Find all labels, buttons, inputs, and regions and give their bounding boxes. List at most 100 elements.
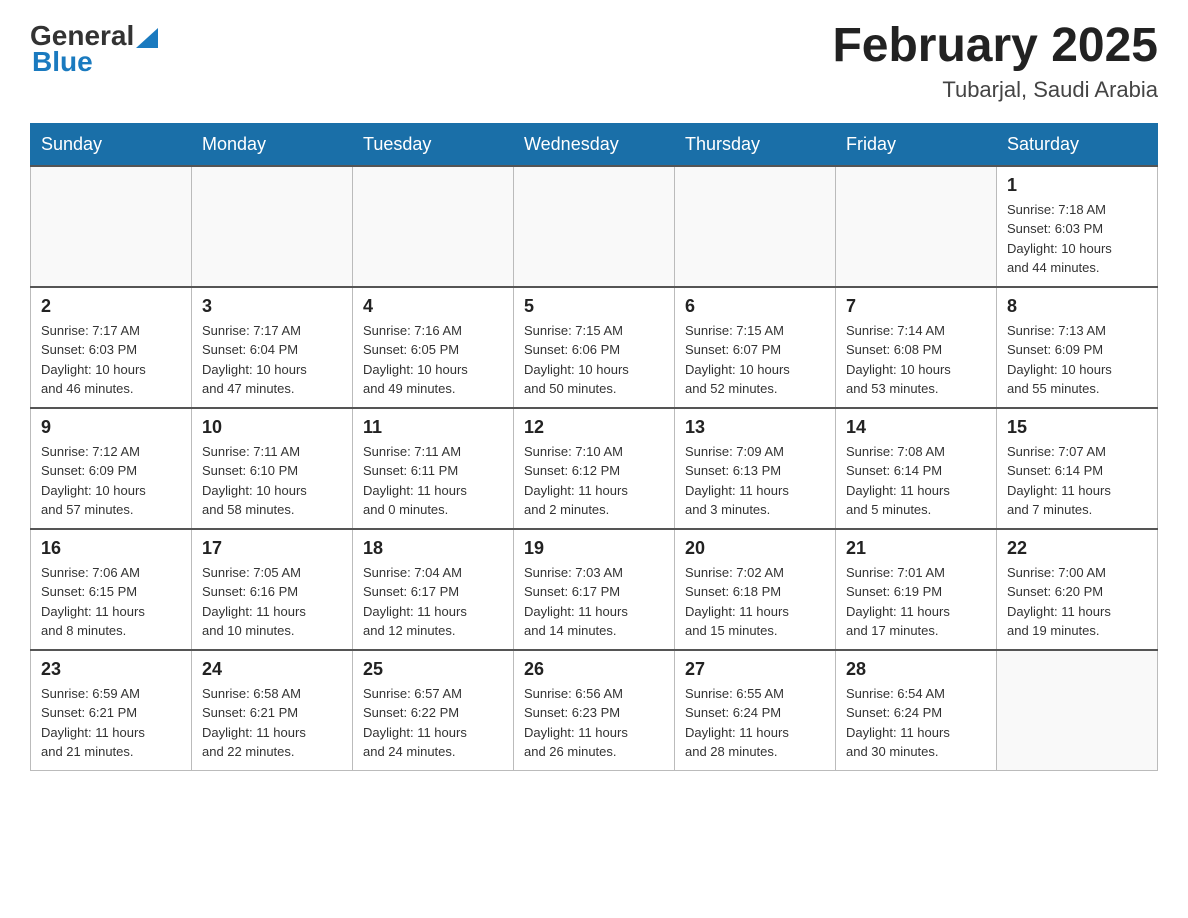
logo: General Blue bbox=[30, 20, 158, 78]
column-header-friday: Friday bbox=[836, 123, 997, 166]
week-row-3: 9 Sunrise: 7:12 AM Sunset: 6:09 PM Daylig… bbox=[31, 408, 1158, 529]
calendar-cell: 8Sunrise: 7:13 AM Sunset: 6:09 PM Daylig… bbox=[997, 287, 1158, 408]
calendar-cell: 21 Sunrise: 7:01 AM Sunset: 6:19 PM Dayli… bbox=[836, 529, 997, 650]
day-number: 26 bbox=[524, 659, 664, 680]
calendar-cell: 22 Sunrise: 7:00 AM Sunset: 6:20 PM Dayli… bbox=[997, 529, 1158, 650]
calendar-cell: 27 Sunrise: 6:55 AM Sunset: 6:24 PM Dayli… bbox=[675, 650, 836, 771]
week-row-5: 23 Sunrise: 6:59 AM Sunset: 6:21 PM Dayli… bbox=[31, 650, 1158, 771]
day-info: Sunrise: 7:10 AM Sunset: 6:12 PM Dayligh… bbox=[524, 442, 664, 520]
calendar-header-row: SundayMondayTuesdayWednesdayThursdayFrid… bbox=[31, 123, 1158, 166]
calendar-cell: 23 Sunrise: 6:59 AM Sunset: 6:21 PM Dayli… bbox=[31, 650, 192, 771]
day-info: Sunrise: 7:06 AM Sunset: 6:15 PM Dayligh… bbox=[41, 563, 181, 641]
day-info: Sunrise: 7:08 AM Sunset: 6:14 PM Dayligh… bbox=[846, 442, 986, 520]
calendar-cell bbox=[997, 650, 1158, 771]
day-info: Sunrise: 7:07 AM Sunset: 6:14 PM Dayligh… bbox=[1007, 442, 1147, 520]
day-number: 17 bbox=[202, 538, 342, 559]
logo-icon bbox=[136, 20, 158, 48]
calendar-subtitle: Tubarjal, Saudi Arabia bbox=[832, 77, 1158, 103]
calendar-cell: 19 Sunrise: 7:03 AM Sunset: 6:17 PM Dayli… bbox=[514, 529, 675, 650]
calendar-cell: 5 Sunrise: 7:15 AM Sunset: 6:06 PM Daylig… bbox=[514, 287, 675, 408]
day-number: 3 bbox=[202, 296, 342, 317]
day-info: Sunrise: 7:13 AM Sunset: 6:09 PM Dayligh… bbox=[1007, 321, 1147, 399]
week-row-4: 16 Sunrise: 7:06 AM Sunset: 6:15 PM Dayli… bbox=[31, 529, 1158, 650]
column-header-thursday: Thursday bbox=[675, 123, 836, 166]
day-number: 20 bbox=[685, 538, 825, 559]
day-info: Sunrise: 7:00 AM Sunset: 6:20 PM Dayligh… bbox=[1007, 563, 1147, 641]
day-number: 23 bbox=[41, 659, 181, 680]
day-info: Sunrise: 7:01 AM Sunset: 6:19 PM Dayligh… bbox=[846, 563, 986, 641]
day-info: Sunrise: 6:56 AM Sunset: 6:23 PM Dayligh… bbox=[524, 684, 664, 762]
calendar-cell: 24 Sunrise: 6:58 AM Sunset: 6:21 PM Dayli… bbox=[192, 650, 353, 771]
day-number: 5 bbox=[524, 296, 664, 317]
calendar-cell bbox=[836, 166, 997, 287]
day-info: Sunrise: 7:15 AM Sunset: 6:06 PM Dayligh… bbox=[524, 321, 664, 399]
day-number: 10 bbox=[202, 417, 342, 438]
calendar-cell bbox=[514, 166, 675, 287]
day-info: Sunrise: 7:17 AM Sunset: 6:04 PM Dayligh… bbox=[202, 321, 342, 399]
column-header-saturday: Saturday bbox=[997, 123, 1158, 166]
day-number: 13 bbox=[685, 417, 825, 438]
day-info: Sunrise: 7:14 AM Sunset: 6:08 PM Dayligh… bbox=[846, 321, 986, 399]
day-number: 9 bbox=[41, 417, 181, 438]
day-number: 7 bbox=[846, 296, 986, 317]
day-number: 22 bbox=[1007, 538, 1147, 559]
calendar-cell bbox=[675, 166, 836, 287]
calendar-cell: 13 Sunrise: 7:09 AM Sunset: 6:13 PM Dayli… bbox=[675, 408, 836, 529]
calendar-cell: 14 Sunrise: 7:08 AM Sunset: 6:14 PM Dayli… bbox=[836, 408, 997, 529]
column-header-monday: Monday bbox=[192, 123, 353, 166]
calendar-cell: 7 Sunrise: 7:14 AM Sunset: 6:08 PM Daylig… bbox=[836, 287, 997, 408]
day-info: Sunrise: 7:05 AM Sunset: 6:16 PM Dayligh… bbox=[202, 563, 342, 641]
day-number: 16 bbox=[41, 538, 181, 559]
calendar-cell bbox=[192, 166, 353, 287]
day-info: Sunrise: 7:18 AM Sunset: 6:03 PM Dayligh… bbox=[1007, 200, 1147, 278]
day-info: Sunrise: 7:12 AM Sunset: 6:09 PM Dayligh… bbox=[41, 442, 181, 520]
day-info: Sunrise: 7:09 AM Sunset: 6:13 PM Dayligh… bbox=[685, 442, 825, 520]
week-row-2: 2 Sunrise: 7:17 AM Sunset: 6:03 PM Daylig… bbox=[31, 287, 1158, 408]
calendar-cell: 9 Sunrise: 7:12 AM Sunset: 6:09 PM Daylig… bbox=[31, 408, 192, 529]
calendar-cell: 11Sunrise: 7:11 AM Sunset: 6:11 PM Dayli… bbox=[353, 408, 514, 529]
day-info: Sunrise: 6:55 AM Sunset: 6:24 PM Dayligh… bbox=[685, 684, 825, 762]
calendar-cell: 6 Sunrise: 7:15 AM Sunset: 6:07 PM Daylig… bbox=[675, 287, 836, 408]
day-number: 2 bbox=[41, 296, 181, 317]
day-info: Sunrise: 7:15 AM Sunset: 6:07 PM Dayligh… bbox=[685, 321, 825, 399]
calendar-cell: 12 Sunrise: 7:10 AM Sunset: 6:12 PM Dayli… bbox=[514, 408, 675, 529]
week-row-1: 1 Sunrise: 7:18 AM Sunset: 6:03 PM Daylig… bbox=[31, 166, 1158, 287]
calendar-cell: 4Sunrise: 7:16 AM Sunset: 6:05 PM Daylig… bbox=[353, 287, 514, 408]
day-number: 18 bbox=[363, 538, 503, 559]
calendar-cell: 18 Sunrise: 7:04 AM Sunset: 6:17 PM Dayli… bbox=[353, 529, 514, 650]
day-number: 28 bbox=[846, 659, 986, 680]
day-number: 12 bbox=[524, 417, 664, 438]
calendar-cell bbox=[31, 166, 192, 287]
calendar-cell: 15Sunrise: 7:07 AM Sunset: 6:14 PM Dayli… bbox=[997, 408, 1158, 529]
title-section: February 2025 Tubarjal, Saudi Arabia bbox=[832, 20, 1158, 103]
day-number: 27 bbox=[685, 659, 825, 680]
column-header-wednesday: Wednesday bbox=[514, 123, 675, 166]
day-number: 14 bbox=[846, 417, 986, 438]
calendar-cell: 17 Sunrise: 7:05 AM Sunset: 6:16 PM Dayli… bbox=[192, 529, 353, 650]
day-info: Sunrise: 6:58 AM Sunset: 6:21 PM Dayligh… bbox=[202, 684, 342, 762]
day-number: 24 bbox=[202, 659, 342, 680]
day-info: Sunrise: 7:02 AM Sunset: 6:18 PM Dayligh… bbox=[685, 563, 825, 641]
day-info: Sunrise: 7:11 AM Sunset: 6:11 PM Dayligh… bbox=[363, 442, 503, 520]
day-number: 6 bbox=[685, 296, 825, 317]
calendar-cell: 1 Sunrise: 7:18 AM Sunset: 6:03 PM Daylig… bbox=[997, 166, 1158, 287]
day-info: Sunrise: 6:57 AM Sunset: 6:22 PM Dayligh… bbox=[363, 684, 503, 762]
calendar-cell: 3 Sunrise: 7:17 AM Sunset: 6:04 PM Daylig… bbox=[192, 287, 353, 408]
calendar-cell: 2 Sunrise: 7:17 AM Sunset: 6:03 PM Daylig… bbox=[31, 287, 192, 408]
day-number: 4 bbox=[363, 296, 503, 317]
day-info: Sunrise: 7:17 AM Sunset: 6:03 PM Dayligh… bbox=[41, 321, 181, 399]
calendar-title: February 2025 bbox=[832, 20, 1158, 73]
day-info: Sunrise: 7:03 AM Sunset: 6:17 PM Dayligh… bbox=[524, 563, 664, 641]
calendar-cell: 28Sunrise: 6:54 AM Sunset: 6:24 PM Dayli… bbox=[836, 650, 997, 771]
day-info: Sunrise: 7:04 AM Sunset: 6:17 PM Dayligh… bbox=[363, 563, 503, 641]
column-header-sunday: Sunday bbox=[31, 123, 192, 166]
calendar-cell: 10 Sunrise: 7:11 AM Sunset: 6:10 PM Dayli… bbox=[192, 408, 353, 529]
day-number: 1 bbox=[1007, 175, 1147, 196]
day-info: Sunrise: 6:59 AM Sunset: 6:21 PM Dayligh… bbox=[41, 684, 181, 762]
day-number: 19 bbox=[524, 538, 664, 559]
day-info: Sunrise: 7:11 AM Sunset: 6:10 PM Dayligh… bbox=[202, 442, 342, 520]
logo-blue-text: Blue bbox=[32, 46, 93, 78]
day-number: 21 bbox=[846, 538, 986, 559]
calendar-cell: 25 Sunrise: 6:57 AM Sunset: 6:22 PM Dayli… bbox=[353, 650, 514, 771]
day-number: 25 bbox=[363, 659, 503, 680]
